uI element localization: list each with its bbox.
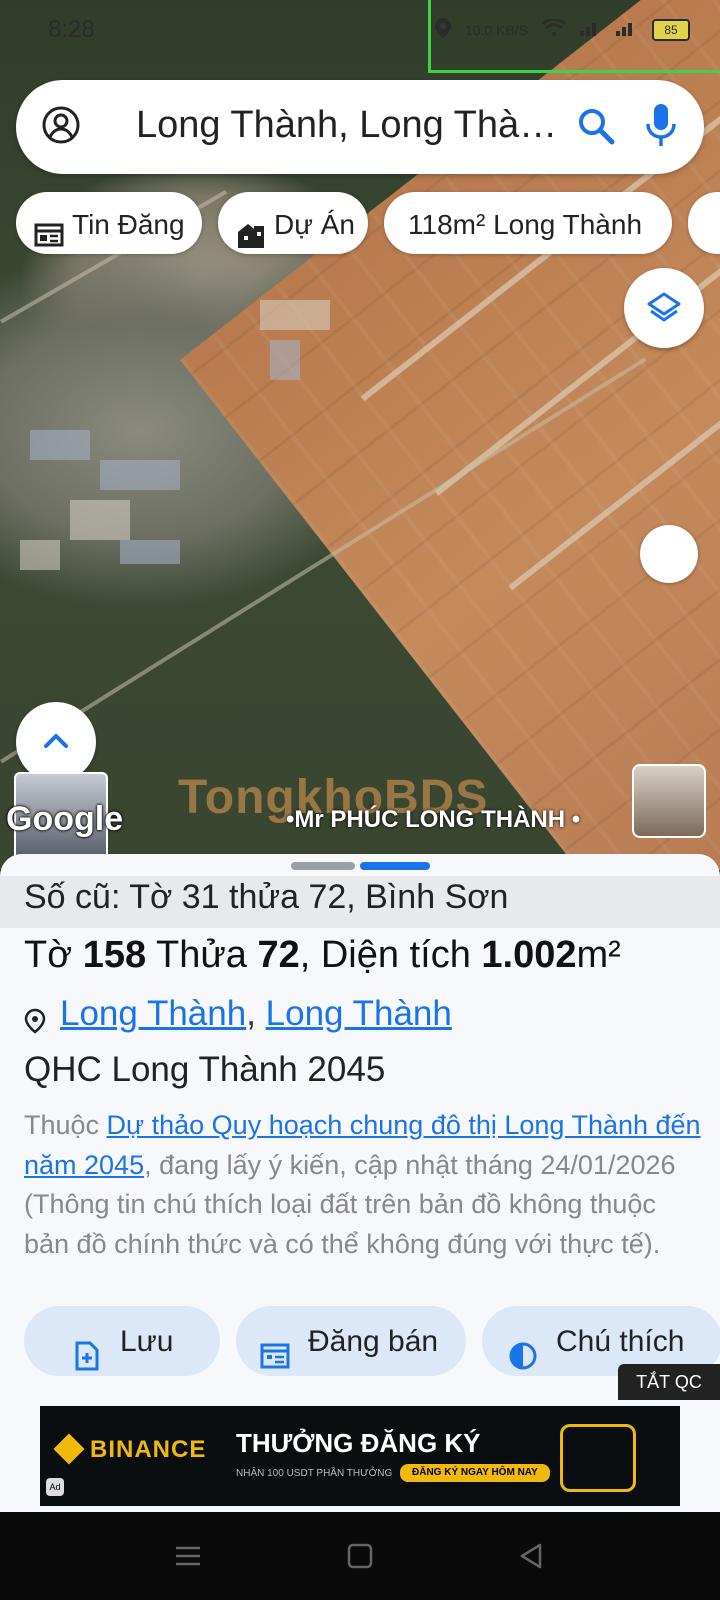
area-label: , Diện tích [299,934,482,976]
location-separator: , [246,994,266,1033]
home-icon[interactable] [344,1540,376,1572]
desc-prefix: Thuộc [24,1110,107,1140]
signal-icon [580,20,602,39]
to-label: Tờ [24,934,83,976]
search-input[interactable]: Long Thành, Long Thà… [136,104,557,147]
chip-label: 118m² Long Thành [408,208,643,240]
contrast-icon [508,1327,538,1370]
thua-number: 72 [257,934,300,976]
sheet-handle-active[interactable] [360,862,430,870]
layers-button[interactable] [624,268,704,348]
close-ad-button[interactable]: TẮT QC [618,1364,720,1400]
ad-subtext: NHẬN 100 USDT PHẦN THƯỞNG [236,1468,393,1479]
plan-name: QHC Long Thành 2045 [24,1050,386,1089]
chip-label: Tin Đăng [72,208,185,240]
status-icons: 10.0 KB/S 85 [434,18,690,41]
area-value: 1.002 [481,934,577,976]
ad-banner[interactable]: BINANCE THƯỞNG ĐĂNG KÝ NHẬN 100 USDT PHẦ… [40,1406,680,1506]
to-number: 158 [82,934,147,976]
account-icon[interactable] [42,106,80,144]
status-time: 8:28 [48,16,95,43]
wifi-icon [542,18,566,40]
plan-description: Thuộc Dự thảo Quy hoạch chung đô thị Lon… [24,1106,704,1264]
agent-avatar-right[interactable] [632,764,706,838]
chevron-up-icon [43,732,69,755]
area-unit: m² [576,934,621,976]
map-building [260,300,330,330]
map-building [270,340,300,380]
parcel-title: Tờ 158 Thửa 72, Diện tích 1.002m² [24,934,621,977]
save-button[interactable]: Lưu [24,1306,220,1376]
battery-icon: 85 [652,18,690,41]
status-bar: 8:28 10.0 KB/S 85 [0,0,720,64]
back-icon[interactable] [516,1540,548,1572]
layers-icon [646,290,682,331]
old-number-bar: Số cũ: Tờ 31 thửa 72, Bình Sơn [0,876,720,928]
search-icon[interactable] [576,106,616,146]
binance-icon [53,1433,85,1465]
post-label: Đăng bán [308,1325,439,1359]
pin-icon [24,1003,46,1034]
ad-headline: THƯỞNG ĐĂNG KÝ [236,1428,481,1458]
district-link[interactable]: Long Thành [266,994,452,1033]
building-icon [236,210,266,248]
location-icon [434,18,451,41]
file-add-icon [72,1327,102,1371]
map-building [120,540,180,564]
sheet-handle[interactable] [291,862,355,870]
save-label: Lưu [120,1325,174,1359]
gift-box-icon [560,1424,636,1492]
signal-icon-2 [616,20,638,39]
agent-banner: •Mr PHÚC LONG THÀNH • [286,806,581,833]
net-speed: 10.0 KB/S [464,21,528,38]
ad-brand: BINANCE [90,1436,207,1463]
chip-118m2[interactable]: 118m² Long Thành [384,192,672,254]
map-building [30,430,90,460]
search-bar[interactable]: Long Thành, Long Thà… [16,80,704,174]
old-number-text: Số cũ: Tờ 31 thửa 72, Bình Sơn [24,878,509,916]
location-line: Long Thành, Long Thành [24,994,452,1034]
system-nav-bar [0,1512,720,1600]
ad-cta-button[interactable]: ĐĂNG KÝ NGAY HÔM NAY [400,1464,550,1482]
mic-icon[interactable] [644,102,678,150]
news-icon [34,210,64,247]
expand-up-button[interactable] [16,702,96,782]
chip-label: Dự Án [274,208,355,240]
ad-choices-icon[interactable]: Ad [46,1478,64,1496]
chip-du-an[interactable]: Dự Án [218,192,368,254]
map-building [100,460,180,490]
location-dot-button[interactable] [640,525,698,583]
menu-icon[interactable] [172,1540,204,1572]
ward-link[interactable]: Long Thành [60,994,246,1033]
map-building [20,540,60,570]
map-building [70,500,130,540]
binance-logo: BINANCE [53,1433,207,1465]
post-sale-button[interactable]: Đăng bán [236,1306,466,1376]
google-attribution: Google [6,800,124,838]
chip-tin-dang[interactable]: Tin Đăng [16,192,202,254]
calendar-list-icon [260,1327,290,1369]
thua-label: Thửa [146,934,258,976]
